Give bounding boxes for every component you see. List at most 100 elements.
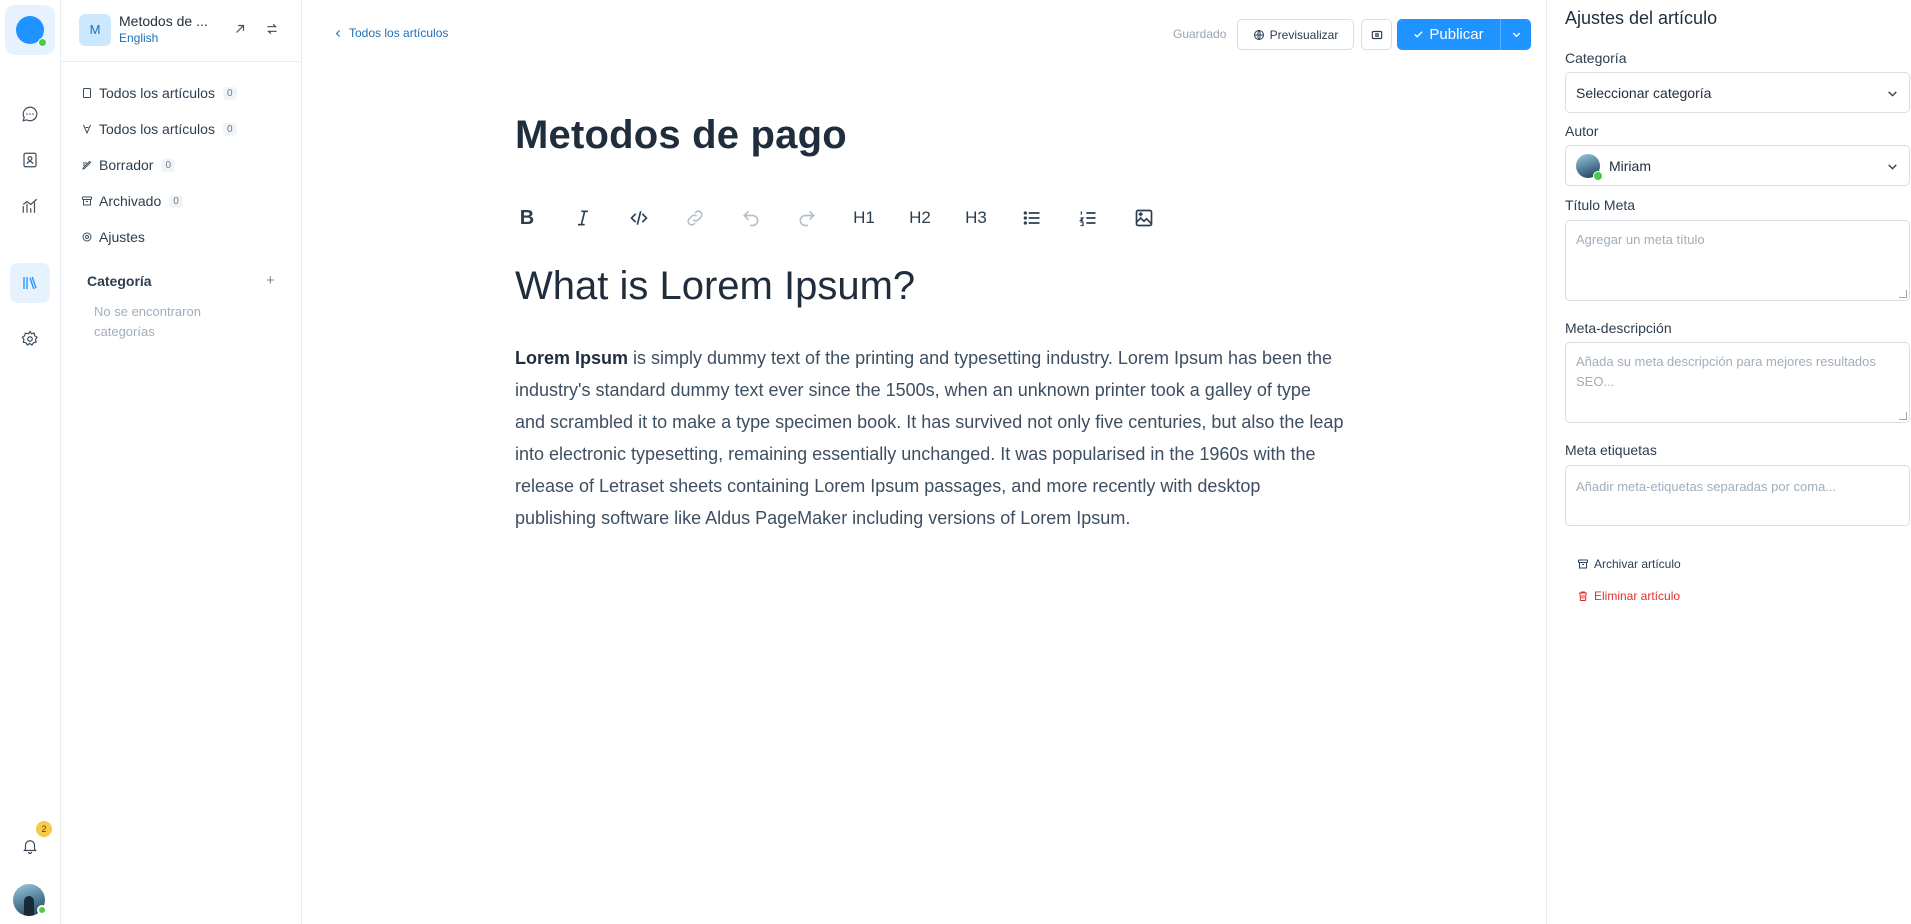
gear-icon [82,232,92,242]
category-select[interactable]: Seleccionar categoría [1565,72,1910,113]
contacts-nav-button[interactable] [10,140,50,180]
panel-title: Ajustes del artículo [1565,8,1718,28]
sidebar-item-label: Todos los artículos [99,85,215,101]
redo-icon [799,210,815,227]
preview-button[interactable]: Previsualizar [1237,19,1354,50]
category-section-title: Categoría [87,273,152,289]
meta-title-label: Título Meta [1565,197,1636,213]
library-icon [23,276,37,290]
trash-icon [1579,591,1587,601]
ordered-list-button[interactable] [1076,206,1100,230]
pen-nib-icon [83,124,91,135]
paragraph-text: is simply dummy text of the printing and… [515,348,1344,528]
portal-locale: English [119,31,159,45]
online-status-dot [38,38,47,47]
delete-article-button[interactable]: Eliminar artículo [1577,589,1680,603]
italic-icon [578,210,588,226]
archive-icon [82,196,92,206]
switch-portal-button[interactable] [263,20,281,38]
image-plus-icon [1135,209,1153,227]
portal-switcher[interactable]: M Metodos de ... English [61,0,301,62]
meta-description-label: Meta-descripción [1565,320,1672,336]
publish-label: Publicar [1429,26,1484,43]
meta-title-input[interactable]: Agregar un meta título [1565,220,1910,301]
resize-handle[interactable] [1899,290,1907,298]
sidebar-item-settings[interactable]: Ajustes [81,223,145,251]
meta-tags-input[interactable]: Añadir meta-etiquetas separadas por coma… [1565,465,1910,526]
contact-book-icon [23,152,37,168]
category-empty-state: No se encontraron categorías [94,304,201,339]
toggle-settings-panel-button[interactable] [1361,19,1392,50]
italic-button[interactable] [571,206,595,230]
resize-handle[interactable] [1899,412,1907,420]
sidebar-item-label: Todos los artículos [99,121,215,137]
category-select-value: Seleccionar categoría [1576,84,1712,101]
arrow-up-right-icon [236,24,245,33]
bold-button[interactable]: B [515,206,539,230]
undo-button[interactable] [739,206,763,230]
code-button[interactable] [627,206,651,230]
sidebar-item-archived[interactable]: Archivado 0 [81,187,183,215]
publish-button[interactable]: Publicar [1397,19,1501,50]
author-select-value: Miriam [1609,157,1651,174]
meta-description-placeholder: Añada su meta descripción para mejores r… [1576,354,1876,389]
meta-description-input[interactable]: Añada su meta descripción para mejores r… [1565,342,1910,423]
heading-1-button[interactable]: H1 [849,206,879,230]
heading-3-button[interactable]: H3 [961,206,991,230]
insert-image-button[interactable] [1132,206,1156,230]
chart-line-icon [22,198,38,213]
sidebar-item-label: Borrador [99,157,154,173]
app-logo[interactable] [5,5,55,55]
preview-label: Previsualizar [1269,27,1339,42]
article-title[interactable]: Metodos de pago [515,113,847,158]
back-link-label: Todos los artículos [349,26,449,40]
publish-button-group: Publicar [1397,19,1531,50]
help-center-nav-button[interactable] [10,263,50,303]
code-icon [630,211,648,225]
icon-rail: 2 [0,0,61,924]
gear-icon [21,330,38,346]
meta-tags-placeholder: Añadir meta-etiquetas separadas por coma… [1576,479,1837,494]
add-category-button[interactable]: + [266,272,275,289]
link-button[interactable] [683,206,707,230]
undo-icon [743,210,759,227]
open-portal-button[interactable] [231,20,249,38]
bell-icon [23,840,37,855]
author-select[interactable]: Miriam [1565,145,1910,186]
back-to-articles-link[interactable]: Todos los artículos [334,26,448,40]
book-icon [83,88,91,98]
chevron-down-icon [1512,32,1520,38]
sidebar-item-count: 0 [169,194,183,208]
settings-nav-button[interactable] [10,319,50,359]
chevron-down-icon [1888,91,1897,97]
archive-article-label: Archivar artículo [1594,557,1681,571]
globe-icon [1253,29,1264,40]
archive-article-button[interactable]: Archivar artículo [1577,557,1681,571]
delete-article-label: Eliminar artículo [1594,589,1681,603]
reports-nav-button[interactable] [10,186,50,226]
sidebar-item-label: Ajustes [99,229,145,245]
author-avatar [1576,153,1603,181]
article-settings-panel: Ajustes del artículo Categoría Seleccion… [1546,0,1911,924]
article-paragraph[interactable]: Lorem Ipsum is simply dummy text of the … [515,342,1345,534]
meta-tags-label: Meta etiquetas [1565,442,1657,458]
sidebar-item-count: 0 [222,122,237,136]
sidebar-item-mine[interactable]: Todos los artículos 0 [81,115,237,143]
link-icon [687,210,703,226]
portal-name: Metodos de ... [119,13,208,29]
user-online-dot [37,905,47,915]
conversations-nav-button[interactable] [10,94,50,134]
bullet-list-button[interactable] [1020,206,1044,230]
chevron-down-icon [1888,164,1897,170]
article-heading[interactable]: What is Lorem Ipsum? [515,264,915,309]
notification-count-badge: 2 [36,821,52,837]
publish-options-button[interactable] [1501,19,1531,50]
chevron-left-icon [335,29,341,37]
sidebar-item-all-articles[interactable]: Todos los artículos 0 [81,79,237,107]
archive-icon [1578,559,1588,569]
meta-title-placeholder: Agregar un meta título [1576,232,1705,247]
panel-icon [1371,30,1382,39]
redo-button[interactable] [795,206,819,230]
heading-2-button[interactable]: H2 [905,206,935,230]
sidebar-item-draft[interactable]: Borrador 0 [81,151,176,179]
